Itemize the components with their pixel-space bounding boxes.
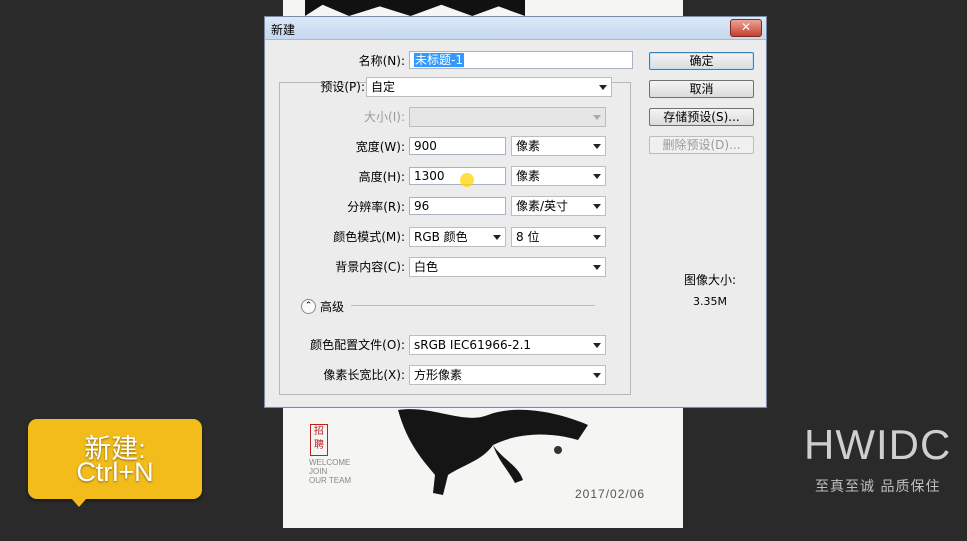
height-unit-select[interactable]: 像素 bbox=[511, 166, 606, 186]
close-button[interactable]: ✕ bbox=[730, 19, 762, 37]
poster-title-art bbox=[305, 0, 525, 16]
watermark-logo: HWIDC bbox=[804, 421, 952, 468]
color-mode-select[interactable]: RGB 颜色 bbox=[409, 227, 506, 247]
dialog-titlebar[interactable]: 新建 ✕ bbox=[265, 17, 766, 40]
resolution-input[interactable]: 96 bbox=[409, 197, 506, 215]
color-mode-label: 颜色模式(M): bbox=[333, 230, 405, 244]
chevron-down-icon bbox=[593, 115, 601, 120]
pixel-aspect-select[interactable]: 方形像素 bbox=[409, 365, 606, 385]
image-size-value: 3.35M bbox=[693, 295, 727, 308]
dialog-title: 新建 bbox=[271, 23, 296, 37]
collapse-toggle-icon[interactable]: ⌃ bbox=[301, 299, 316, 314]
shortcut-callout: 新建: Ctrl+N bbox=[28, 419, 202, 507]
cancel-button[interactable]: 取消 bbox=[649, 80, 754, 98]
poster-date: 2017/02/06 bbox=[575, 487, 646, 501]
chevron-down-icon bbox=[599, 85, 607, 90]
height-input[interactable]: 1300 bbox=[409, 167, 506, 185]
chevron-down-icon bbox=[593, 343, 601, 348]
preset-label: 预设(P): bbox=[320, 80, 365, 94]
width-unit-select[interactable]: 像素 bbox=[511, 136, 606, 156]
preset-select[interactable]: 自定 bbox=[366, 77, 612, 97]
chevron-down-icon bbox=[593, 174, 601, 179]
name-value: 未标题-1 bbox=[414, 53, 464, 67]
color-profile-select[interactable]: sRGB IEC61966-2.1 bbox=[409, 335, 606, 355]
name-label: 名称(N): bbox=[358, 54, 405, 68]
callout-shortcut: Ctrl+N bbox=[76, 457, 154, 487]
advanced-divider bbox=[351, 305, 595, 306]
size-label: 大小(I): bbox=[364, 110, 405, 124]
chevron-down-icon bbox=[593, 144, 601, 149]
color-profile-label: 颜色配置文件(O): bbox=[310, 338, 405, 352]
delete-preset-button: 删除预设(D)... bbox=[649, 136, 754, 154]
red-seal-stamp: 招聘 bbox=[310, 424, 328, 456]
chevron-down-icon bbox=[593, 204, 601, 209]
ok-button[interactable]: 确定 bbox=[649, 52, 754, 70]
new-document-dialog: 新建 ✕ 名称(N): 未标题-1 预设(P): 自定 大小(I): 宽度(W)… bbox=[264, 16, 767, 408]
background-label: 背景内容(C): bbox=[335, 260, 405, 274]
chevron-down-icon bbox=[593, 373, 601, 378]
ink-illustration bbox=[398, 409, 588, 495]
width-input[interactable]: 900 bbox=[409, 137, 506, 155]
chevron-down-icon bbox=[593, 265, 601, 270]
cursor-highlight bbox=[460, 173, 474, 187]
save-preset-button[interactable]: 存储预设(S)... bbox=[649, 108, 754, 126]
width-label: 宽度(W): bbox=[355, 140, 405, 154]
close-icon: ✕ bbox=[740, 20, 752, 34]
name-input[interactable]: 未标题-1 bbox=[409, 51, 633, 69]
image-size-label: 图像大小: bbox=[683, 273, 737, 287]
bit-depth-select[interactable]: 8 位 bbox=[511, 227, 606, 247]
resolution-label: 分辨率(R): bbox=[347, 200, 405, 214]
watermark-slogan: 至真至诚 品质保住 bbox=[815, 479, 941, 495]
advanced-label: 高级 bbox=[320, 300, 345, 314]
chevron-down-icon bbox=[493, 235, 501, 240]
background-select[interactable]: 白色 bbox=[409, 257, 606, 277]
size-select bbox=[409, 107, 606, 127]
poster-caption: WELCOME JOIN OUR TEAM bbox=[309, 458, 352, 485]
height-label: 高度(H): bbox=[358, 170, 405, 184]
chevron-down-icon bbox=[593, 235, 601, 240]
resolution-unit-select[interactable]: 像素/英寸 bbox=[511, 196, 606, 216]
pixel-aspect-label: 像素长宽比(X): bbox=[323, 368, 405, 382]
